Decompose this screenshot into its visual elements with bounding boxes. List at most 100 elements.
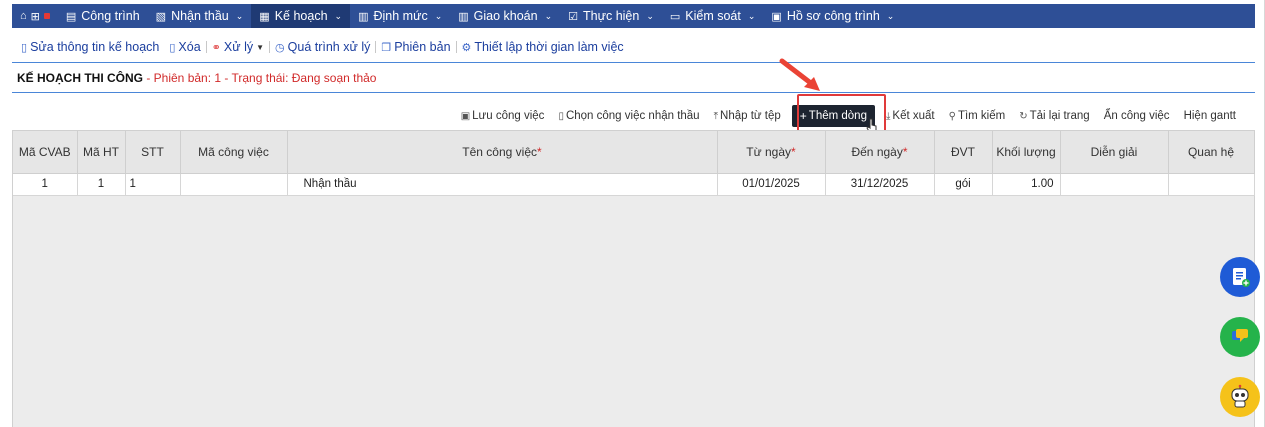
process-dropdown[interactable]: ⚭ Xử lý ▼ [207,40,269,54]
annotation-arrow-icon [779,58,820,91]
column-header[interactable]: STT [125,131,181,174]
hide-label: Ẩn công việc [1103,110,1170,122]
chevron-down-icon: ⌄ [646,10,654,21]
history-label: Quá trình xử lý [287,40,371,54]
table-row[interactable]: 1 1 1 Nhận thầu 01/01/2025 31/12/2025 gó… [13,173,1255,196]
column-header[interactable]: Quan hệ [1168,131,1255,174]
search-button[interactable]: ⚲ Tìm kiếm [942,110,1013,122]
header-label: Diễn giải [1090,144,1138,159]
history-button[interactable]: ◷ Quá trình xử lý [270,40,375,54]
home-icon[interactable]: ⌂ [20,10,27,22]
cell-tu-ngay[interactable]: 01/01/2025 [717,173,826,196]
nav-kiem-soat[interactable]: ▭ Kiểm soát ⌄ [662,4,764,28]
nav-thuc-hien[interactable]: ☑ Thực hiện ⌄ [560,4,662,28]
choose-tasks-button[interactable]: ▯ Chọn công việc nhận thầu [551,110,706,122]
chevron-down-icon: ⌄ [886,10,895,21]
chevron-down-icon: ⌄ [334,10,343,21]
worktime-button[interactable]: ⚙ Thiết lập thời gian làm việc [457,40,629,54]
column-header[interactable]: Từ ngày* [717,131,826,174]
header-label: ĐVT [951,144,975,159]
delete-button[interactable]: ▯ Xóa [164,40,205,54]
calendar-icon: ▦ [259,10,270,23]
clipboard-add-icon [1233,268,1250,287]
cell-den-ngay[interactable]: 31/12/2025 [825,173,935,196]
cell-dien-giai[interactable] [1060,173,1169,196]
process-label: Xử lý [223,40,254,54]
grid-icon[interactable]: ⊞ [31,10,40,23]
refresh-icon: ↻ [1019,110,1028,122]
document-icon: ▥ [458,10,469,23]
header-label: Tên công việc [462,144,538,159]
column-header[interactable]: Mã công việc [180,131,288,174]
worktime-label: Thiết lập thời gian làm việc [474,40,624,54]
nav-label: Hồ sơ công trình [786,9,880,23]
task-grid: Mã CVAB Mã HT STT Mã công việc Tên công … [12,130,1255,427]
hide-tasks-button[interactable]: Ẩn công việc [1097,110,1177,122]
export-button[interactable]: ⤓ Kết xuất [879,110,942,122]
reload-button[interactable]: ↻ Tải lại trang [1012,110,1096,122]
column-header[interactable]: Đến ngày* [825,131,935,174]
robot-assistant-fab[interactable] [1220,377,1260,417]
notes-fab[interactable] [1220,257,1260,297]
import-file-button[interactable]: ⤒ Nhập từ tệp [707,110,788,122]
nav-dinh-muc[interactable]: ▥ Định mức ⌄ [350,4,450,28]
import-label: Nhập từ tệp [720,110,781,122]
cell-dvt[interactable]: gói [934,173,993,196]
save-icon: ▣ [460,110,471,122]
document-icon: ▥ [358,10,369,23]
save-tasks-button[interactable]: ▣ Lưu công việc [454,110,552,122]
cell-quan-he[interactable] [1168,173,1255,196]
cell-stt[interactable]: 1 [125,173,181,196]
cell-khoi-luong[interactable]: 1.00 [992,173,1061,196]
flag-icon [43,13,50,19]
version-label: Phiên bản [394,40,451,54]
clipboard-icon: ▧ [155,10,167,23]
nav-label: Nhận thầu [171,9,229,23]
plan-toolbar: ▯ Sửa thông tin kế hoạch ▯ Xóa ⚭ Xử lý ▼… [16,39,629,55]
cell-ten-cong-viec[interactable]: Nhận thầu [287,173,718,196]
link-icon: ⚭ [211,41,221,54]
cell-ma-ht[interactable]: 1 [77,173,126,196]
nav-ke-hoach[interactable]: ▦ Kế hoạch ⌄ [251,4,351,28]
edit-plan-button[interactable]: ▯ Sửa thông tin kế hoạch [16,40,164,54]
chevron-down-icon: ⌄ [434,10,443,21]
edit-plan-label: Sửa thông tin kế hoạch [30,40,160,54]
column-header[interactable]: Tên công việc* [287,131,718,174]
version-button[interactable]: ❐ Phiên bản [376,40,455,54]
export-label: Kết xuất [892,110,935,122]
show-gantt-button[interactable]: Hiện gantt [1177,110,1243,122]
header-label: Mã CVAB [18,144,71,159]
column-header[interactable]: Khối lượng [992,131,1061,174]
divider [12,92,1255,93]
cell-ma-cong-viec[interactable] [180,173,288,196]
column-header[interactable]: Mã CVAB [13,131,78,174]
copy-icon: ❐ [381,41,392,54]
delete-document-icon: ▯ [169,41,176,54]
cell-ma-cvab[interactable]: 1 [13,173,78,196]
home-group[interactable]: ⌂ ⊞ [12,4,58,28]
divider [12,62,1255,63]
delete-label: Xóa [178,40,201,54]
header-label: Khối lượng [996,144,1056,159]
nav-label: Giao khoán [473,9,538,23]
choose-label: Chọn công việc nhận thầu [565,110,700,122]
briefcase-icon: ▣ [771,10,782,23]
clock-icon: ◷ [275,41,285,54]
required-marker: * [537,144,542,159]
nav-giao-khoan[interactable]: ▥ Giao khoán ⌄ [450,4,560,28]
monitor-icon: ▭ [669,10,681,23]
chat-fab[interactable] [1220,317,1260,357]
nav-ho-so-cong-trinh[interactable]: ▣ Hồ sơ công trình ⌄ [763,4,902,28]
column-header[interactable]: Mã HT [77,131,126,174]
search-icon: ⚲ [948,110,956,122]
nav-nhan-thau[interactable]: ▧ Nhận thầu ⌄ [148,4,252,28]
page-title: KẾ HOẠCH THI CÔNG - Phiên bản: 1 - Trạng… [17,71,376,85]
nav-label: Công trình [81,9,140,23]
column-header[interactable]: ĐVT [934,131,993,174]
nav-cong-trinh[interactable]: ▤ Công trình [58,4,148,28]
nav-label: Kế hoạch [274,9,328,23]
edit-document-icon: ▯ [21,41,28,54]
save-label: Lưu công việc [472,110,545,122]
column-header[interactable]: Diễn giải [1060,131,1169,174]
header-label: Đến ngày [851,144,903,159]
